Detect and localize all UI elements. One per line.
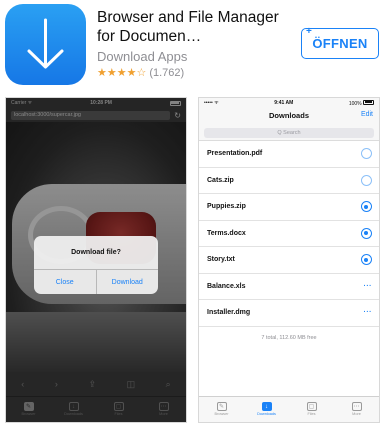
app-rating: ★★★★☆ (1.762) [97,66,185,80]
screenshot-downloads[interactable]: ••••• ᯤ 9:41 AM 100% Downloads Edit Q Se… [198,97,380,423]
search-bar: Q Search [199,126,379,141]
stop-download-icon [360,254,372,266]
queued-icon [360,174,372,186]
file-icon: ▢ [306,402,317,411]
queued-icon [360,148,372,160]
carrier-label: ••••• ᯤ [204,100,219,106]
stop-download-icon [360,201,372,213]
app-developer[interactable]: Download Apps [97,49,187,64]
rating-count: (1.762) [149,66,185,79]
search-input: Q Search [204,128,374,138]
list-item: Cats.zip [199,168,379,194]
plus-icon: + [306,26,313,37]
open-button[interactable]: + ÖFFNEN [301,26,379,59]
file-name: Installer.dmg [207,309,251,317]
tab-label: Downloads [257,412,276,416]
list-item: Balance.xls ··· [199,274,379,300]
rating-stars-icon: ★★★★☆ [97,67,147,79]
battery-group: 100% [348,99,374,107]
tab-label: Browser [214,412,229,416]
edit-button: Edit [360,111,373,118]
close-button: Close [55,279,74,286]
download-arrow-icon [27,18,64,69]
file-name: Balance.xls [207,282,246,290]
file-name: Story.txt [207,256,235,264]
status-bar: ••••• ᯤ 9:41 AM 100% [199,98,379,108]
list-item: Terms.docx [199,221,379,247]
file-name: Puppies.zip [207,203,246,211]
pencil-icon: ✎ [216,402,227,411]
battery-percent: 100% [348,100,362,107]
storage-summary: 7 total, 112.60 MB free [261,334,317,341]
more-icon: ⋯ [351,402,362,411]
file-name: Presentation.pdf [207,150,263,158]
alert-buttons: Close Download [34,269,158,294]
file-name: Cats.zip [207,176,234,184]
page-title: Downloads [268,111,309,120]
download-icon: ↓ [261,402,272,411]
tab-bar: ✎ Browser ↓ Downloads ▢ Files ⋯ More [199,396,379,422]
tab-browser: ✎ Browser [199,397,244,422]
download-alert: Download file? Close Download [34,236,158,294]
tab-label: Files [307,412,316,416]
tab-downloads: ↓ Downloads [244,397,289,422]
app-icon[interactable] [5,4,86,85]
nav-bar: Downloads Edit [199,108,379,126]
status-time: 9:41 AM [274,100,294,106]
more-options-icon: ··· [363,309,372,317]
list-item: Presentation.pdf [199,141,379,168]
file-name: Terms.docx [207,229,246,237]
screenshot-browser[interactable]: Carrier ᯤ 10:28 PM localhost:3000/superc… [5,97,187,423]
download-list: Presentation.pdf Cats.zip Puppies.zip Te… [199,141,379,327]
tab-label: More [352,412,361,416]
open-button-label: ÖFFNEN [312,36,368,51]
tab-more: ⋯ More [334,397,379,422]
list-item: Story.txt [199,247,379,274]
list-item: Installer.dmg ··· [199,300,379,327]
app-title[interactable]: Browser and File Manager for Documen… [97,8,287,46]
list-item: Puppies.zip [199,194,379,221]
more-options-icon: ··· [363,282,372,290]
alert-title: Download file? [71,249,121,256]
download-button: Download [95,270,159,294]
stop-download-icon [360,227,372,239]
battery-icon [363,99,374,105]
tab-files: ▢ Files [289,397,334,422]
